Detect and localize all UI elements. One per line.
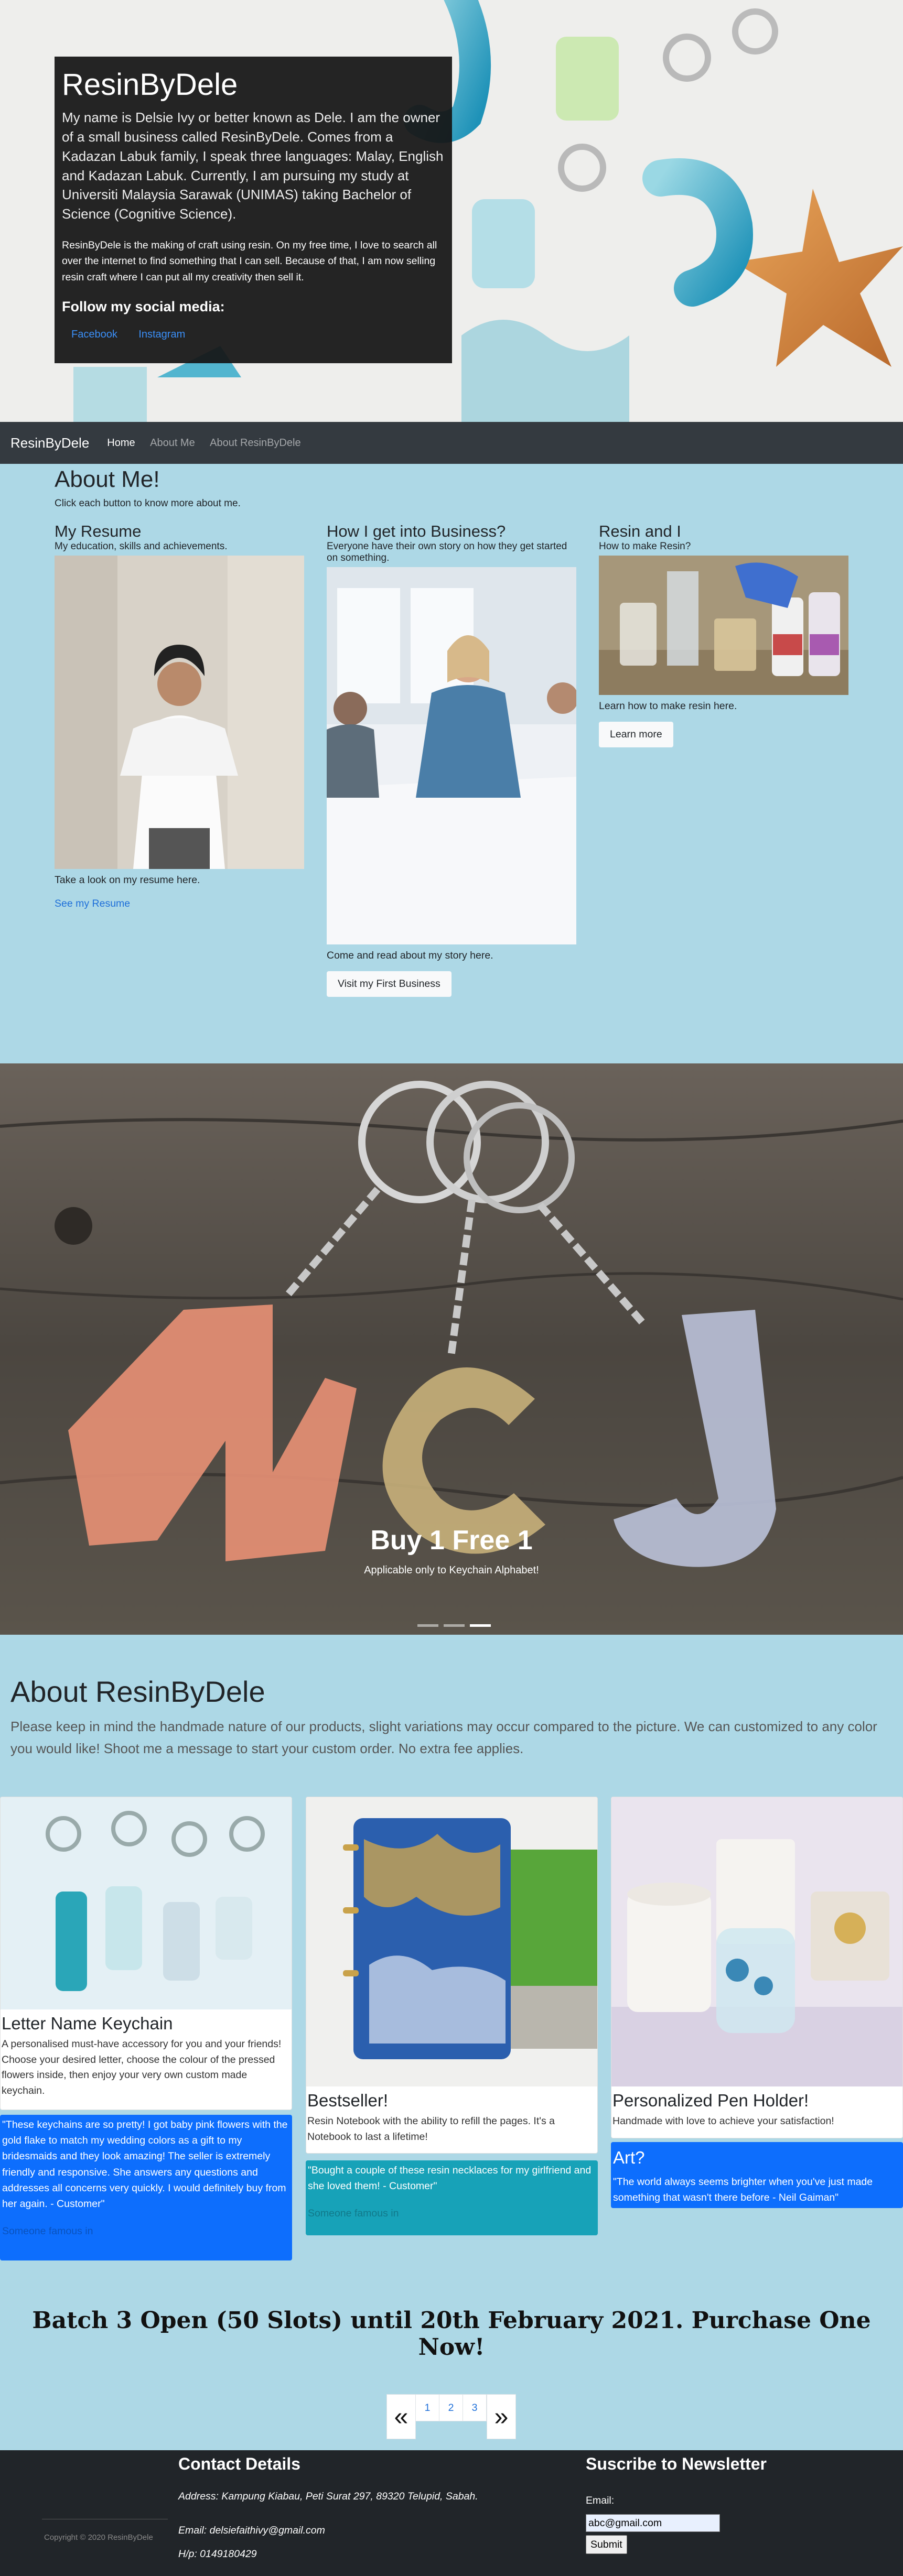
resin-column: Resin and I How to make Resin? Learn how…: [599, 521, 848, 748]
pen-holder-card-body: Personalized Pen Holder! Handmade with l…: [611, 2086, 902, 2133]
pagination-prev-button[interactable]: «: [386, 2394, 416, 2439]
business-photo: [327, 567, 576, 944]
site-footer: Copyright © 2020 ResinByDele Contact Det…: [0, 2450, 903, 2576]
resume-title: My Resume: [55, 522, 142, 540]
social-heading: Follow my social media:: [62, 298, 225, 314]
hero-lead: My name is Delsie Ivy or better known as…: [62, 109, 444, 222]
carousel-indicator-1[interactable]: [417, 1624, 438, 1627]
resin-supplies-image: [599, 556, 848, 695]
resin-title: Resin and I: [599, 522, 681, 540]
testimonial-bestseller-footer: Someone famous in: [308, 2208, 399, 2220]
resin-tagline: How to make Resin?: [599, 541, 691, 552]
facebook-link[interactable]: Facebook: [62, 324, 127, 345]
hero-section: ResinByDele My name is Delsie Ivy or bet…: [0, 0, 903, 422]
about-me-title: About Me!: [55, 466, 160, 492]
bestseller-card-text: Resin Notebook with the ability to refil…: [307, 2115, 555, 2143]
newsletter-email-input[interactable]: [586, 2514, 720, 2532]
product-card-pen-holder[interactable]: Personalized Pen Holder! Handmade with l…: [611, 1797, 903, 2138]
pagination-page-3[interactable]: 3: [463, 2394, 487, 2421]
keychain-card-body: Letter Name Keychain A personalised must…: [1, 2009, 292, 2102]
testimonial-keychain: "These keychains are so pretty! I got ba…: [0, 2115, 292, 2260]
hero-intro-card: ResinByDele My name is Delsie Ivy or bet…: [55, 57, 452, 363]
pagination-page-2[interactable]: 2: [439, 2394, 463, 2421]
portrait-image: [55, 556, 304, 869]
navbar-brand[interactable]: ResinByDele: [10, 435, 89, 451]
copyright-text: Copyright © 2020 ResinByDele: [44, 2533, 153, 2542]
resume-photo: [55, 556, 304, 869]
about-resin-section: About ResinByDele Please keep in mind th…: [10, 1675, 891, 1759]
keychain-card-title: Letter Name Keychain: [2, 2014, 173, 2033]
carousel-indicator-3[interactable]: [470, 1624, 491, 1627]
carousel-caption: Buy 1 Free 1 Applicable only to Keychain…: [0, 1525, 903, 1577]
product-card-keychain[interactable]: Letter Name Keychain A personalised must…: [0, 1797, 292, 2110]
keychain-card-text: A personalised must-have accessory for y…: [2, 2038, 282, 2096]
bestseller-card-title: Bestseller!: [307, 2091, 389, 2110]
hero-body: ResinByDele is the making of craft using…: [62, 240, 437, 283]
resin-notebook-image: [306, 1797, 597, 2086]
contact-address: Address: Kampung Kiabau, Peti Surat 297,…: [178, 2491, 478, 2502]
art-quote-text: "The world always seems brighter when yo…: [613, 2176, 873, 2204]
newsletter-submit-button[interactable]: Submit: [586, 2535, 627, 2554]
resin-caption: Learn how to make resin here.: [599, 700, 737, 712]
art-quote: Art? "The world always seems brighter wh…: [611, 2142, 903, 2208]
visit-first-business-button[interactable]: Visit my First Business: [327, 971, 452, 997]
about-me-section: About Me! Click each button to know more…: [55, 464, 852, 997]
business-tagline: Everyone have their own story on how the…: [327, 541, 567, 564]
nav-item-home[interactable]: Home: [107, 437, 135, 449]
pen-holder-card-title: Personalized Pen Holder!: [612, 2091, 809, 2110]
pagination: « 1 2 3 »: [386, 2394, 516, 2439]
carousel-indicators: [417, 1624, 491, 1627]
about-resin-title: About ResinByDele: [10, 1675, 265, 1708]
newsletter-email-label: Email:: [586, 2495, 615, 2506]
testimonial-keychain-footer: Someone famous in: [2, 2225, 93, 2237]
nav-item-about-me[interactable]: About Me: [150, 437, 195, 449]
letter-keychains-image: [1, 1797, 292, 2009]
social-links: Facebook Instagram: [62, 324, 445, 345]
carousel-subtitle: Applicable only to Keychain Alphabet!: [364, 1564, 539, 1576]
bestseller-card-body: Bestseller! Resin Notebook with the abil…: [306, 2086, 597, 2148]
pagination-pages: 1 2 3: [415, 2394, 487, 2439]
about-me-subtitle: Click each button to know more about me.: [55, 498, 241, 509]
meeting-image: [327, 567, 576, 944]
navbar: ResinByDele Home About Me About ResinByD…: [0, 422, 903, 464]
learn-more-button[interactable]: Learn more: [599, 722, 673, 748]
testimonial-bestseller: "Bought a couple of these resin necklace…: [306, 2160, 598, 2235]
promo-carousel[interactable]: Buy 1 Free 1 Applicable only to Keychain…: [0, 1063, 903, 1635]
newsletter-form: Suscribe to Newsletter Email: Submit: [586, 2450, 848, 2554]
contact-email: Email: delsiefaithivy@gmail.com: [178, 2525, 325, 2536]
navbar-menu: Home About Me About ResinByDele: [107, 437, 313, 449]
resume-caption: Take a look on my resume here.: [55, 874, 200, 886]
business-column: How I get into Business? Everyone have t…: [327, 521, 576, 997]
contact-details: Contact Details Address: Kampung Kiabau,…: [178, 2450, 545, 2560]
pagination-page-1[interactable]: 1: [415, 2394, 439, 2421]
carousel-title: Buy 1 Free 1: [370, 1525, 533, 1556]
contact-phone: H/p: 0149180429: [178, 2548, 257, 2560]
resin-photo: [599, 556, 848, 695]
business-title: How I get into Business?: [327, 522, 506, 540]
carousel-indicator-2[interactable]: [444, 1624, 465, 1627]
testimonial-keychain-text: "These keychains are so pretty! I got ba…: [2, 2119, 288, 2210]
resume-column: My Resume My education, skills and achie…: [55, 521, 304, 910]
contact-title: Contact Details: [178, 2454, 300, 2473]
product-card-bestseller[interactable]: Bestseller! Resin Notebook with the abil…: [306, 1797, 598, 2154]
notebook-image: [306, 1797, 597, 2086]
about-resin-lead: Please keep in mind the handmade nature …: [10, 1719, 877, 1756]
keychain-image: [1, 1797, 292, 2009]
pen-holder-image: [611, 1797, 902, 2086]
testimonial-bestseller-text: "Bought a couple of these resin necklace…: [308, 2165, 592, 2192]
nav-item-about-resinbydele[interactable]: About ResinByDele: [210, 437, 300, 449]
see-resume-link[interactable]: See my Resume: [55, 898, 130, 910]
resume-tagline: My education, skills and achievements.: [55, 541, 228, 552]
business-caption: Come and read about my story here.: [327, 949, 493, 961]
art-quote-title: Art?: [613, 2148, 645, 2167]
batch-announcement: Batch 3 Open (50 Slots) until 20th Febru…: [32, 2307, 871, 2361]
pagination-next-button[interactable]: »: [487, 2394, 516, 2439]
pen-holder-photo: [611, 1797, 902, 2086]
pen-holder-card-text: Handmade with love to achieve your satis…: [612, 2115, 834, 2127]
newsletter-title: Suscribe to Newsletter: [586, 2454, 767, 2473]
hero-title: ResinByDele: [62, 68, 238, 102]
instagram-link[interactable]: Instagram: [129, 324, 195, 345]
